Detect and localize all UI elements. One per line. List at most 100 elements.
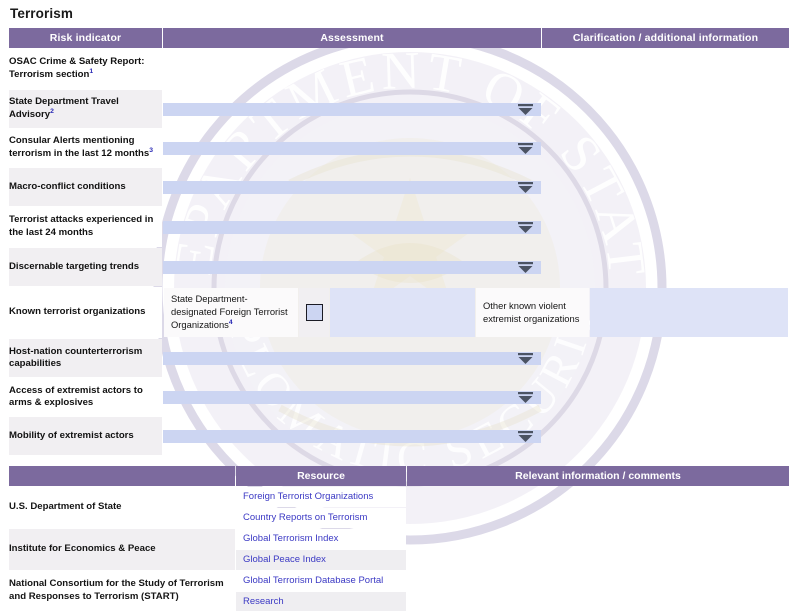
clarification-input-cell[interactable] [542,339,789,377]
clarification-input-cell[interactable] [542,168,789,206]
footnote-marker: 1 [89,68,93,75]
fto-checkbox[interactable] [306,304,323,321]
table-row: Access of extremist actors to arms & exp… [9,378,789,416]
column-header-resource: Resource [236,466,406,486]
risk-indicator-text: OSAC Crime & Safety Report: Terrorism se… [9,56,144,81]
resource-link-cell[interactable]: Research [236,592,406,612]
assessment-dropdown-cell[interactable] [163,339,541,377]
comments-input-cell[interactable] [407,487,789,528]
other-orgs-field-cell[interactable] [590,288,788,337]
table-row: Macro-conflict conditions [9,168,789,206]
assessment-dropdown-cell[interactable] [163,168,541,206]
assessment-dropdown-cell[interactable] [163,378,541,416]
chevron-down-icon[interactable] [517,391,534,404]
chevron-down-icon[interactable] [517,181,534,194]
assessment-dropdown[interactable] [163,352,541,365]
assessment-dropdown[interactable] [163,430,541,443]
document-page: Terrorism Risk indicator Assessment Clar… [0,0,808,612]
resources-table-header-row: Resource Relevant information / comments [9,466,789,486]
risk-indicator-text: Consular Alerts mentioning terrorism in … [9,135,149,160]
clarification-input-cell[interactable] [542,129,789,167]
resource-link-cell[interactable]: Foreign Terrorist Organizations [236,487,406,507]
fto-field-cell[interactable] [330,288,475,337]
risk-indicator-label: Known terrorist organizations [9,287,162,338]
footnote-marker: 4 [229,319,233,326]
risk-indicator-text: Terrorist attacks experienced in the las… [9,214,153,239]
table-row: OSAC Crime & Safety Report: Terrorism se… [9,49,789,89]
clarification-input-cell[interactable] [542,417,789,455]
table-row: National Consortium for the Study of Ter… [9,571,789,591]
fto-sublabel: State Department-designated Foreign Terr… [164,288,298,337]
comments-input-cell[interactable] [407,529,789,570]
comments-input-cell[interactable] [407,571,789,612]
risk-indicator-text: Known terrorist organizations [9,306,145,317]
chevron-down-icon[interactable] [517,142,534,155]
table-row: Host-nation counterterrorism capabilitie… [9,339,789,377]
assessment-dropdown[interactable] [163,261,541,274]
other-orgs-input[interactable] [590,288,788,337]
chevron-down-icon[interactable] [517,352,534,365]
assessment-dropdown[interactable] [163,391,541,404]
clarification-input-cell[interactable] [542,248,789,286]
resources-table: Resource Relevant information / comments… [8,465,790,612]
table-row: State Department Travel Advisory2 [9,90,789,128]
resource-link-cell[interactable]: Global Peace Index [236,550,406,570]
table-row: Institute for Economics & Peace Global T… [9,529,789,549]
assessment-dropdown[interactable] [163,181,541,194]
clarification-input-cell[interactable] [542,49,789,89]
risk-indicator-label: Consular Alerts mentioning terrorism in … [9,129,162,167]
table-row: Mobility of extremist actors [9,417,789,455]
assessment-dropdown-cell[interactable] [163,207,541,247]
risk-indicator-label: Mobility of extremist actors [9,417,162,455]
fto-input[interactable] [330,288,475,337]
assessment-dropdown[interactable] [163,103,541,116]
risk-indicator-label: Access of extremist actors to arms & exp… [9,378,162,416]
chevron-down-icon[interactable] [517,221,534,234]
assessment-dropdown-cell[interactable] [163,90,541,128]
risk-indicator-text: Host-nation counterterrorism capabilitie… [9,346,142,370]
column-header-clarification: Clarification / additional information [542,28,789,48]
table-row: Discernable targeting trends [9,248,789,286]
risk-indicator-label: Discernable targeting trends [9,248,162,286]
clarification-input-cell[interactable] [542,90,789,128]
assessment-input-cell[interactable] [163,49,541,89]
risk-indicator-label: OSAC Crime & Safety Report: Terrorism se… [9,49,162,89]
resource-link[interactable]: Global Terrorism Database Portal [236,571,406,591]
risk-indicator-label: Host-nation counterterrorism capabilitie… [9,339,162,377]
clarification-input-cell[interactable] [542,378,789,416]
resource-link[interactable]: Global Peace Index [236,550,406,570]
table-row: Consular Alerts mentioning terrorism in … [9,129,789,167]
page-title: Terrorism [10,6,800,21]
resource-link[interactable]: Global Terrorism Index [236,529,406,549]
assessment-dropdown-cell[interactable] [163,417,541,455]
chevron-down-icon[interactable] [517,103,534,116]
resource-link-cell[interactable]: Global Terrorism Database Portal [236,571,406,591]
organization-label: National Consortium for the Study of Ter… [9,571,235,612]
risk-indicator-text: Discernable targeting trends [9,261,139,272]
risk-indicator-label: State Department Travel Advisory2 [9,90,162,128]
column-header-relevant-information: Relevant information / comments [407,466,789,486]
assessment-dropdown[interactable] [163,221,541,234]
fto-checkbox-wrapper[interactable] [299,288,329,337]
table-row-known-terrorist-organizations: Known terrorist organizations State Depa… [9,287,789,338]
resource-link[interactable]: Foreign Terrorist Organizations [236,487,406,507]
chevron-down-icon[interactable] [517,430,534,443]
other-orgs-sublabel: Other known violent extremist organizati… [476,288,589,337]
clarification-input-cell[interactable] [542,207,789,247]
table-row: U.S. Department of State Foreign Terrori… [9,487,789,507]
footnote-marker: 2 [50,108,54,115]
assessment-dropdown[interactable] [163,142,541,155]
chevron-down-icon[interactable] [517,261,534,274]
risk-indicator-text: Mobility of extremist actors [9,430,134,441]
resource-link[interactable]: Research [236,592,406,612]
table-row: Terrorist attacks experienced in the las… [9,207,789,247]
column-header-organization [9,466,235,486]
resource-link[interactable]: Country Reports on Terrorism [236,508,406,528]
risk-indicator-label: Terrorist attacks experienced in the las… [9,207,162,247]
resource-link-cell[interactable]: Global Terrorism Index [236,529,406,549]
assessment-dropdown-cell[interactable] [163,248,541,286]
resource-link-cell[interactable]: Country Reports on Terrorism [236,508,406,528]
fto-checkbox-cell[interactable] [299,288,329,337]
fto-sublabel-cell: State Department-designated Foreign Terr… [164,288,298,337]
assessment-dropdown-cell[interactable] [163,129,541,167]
